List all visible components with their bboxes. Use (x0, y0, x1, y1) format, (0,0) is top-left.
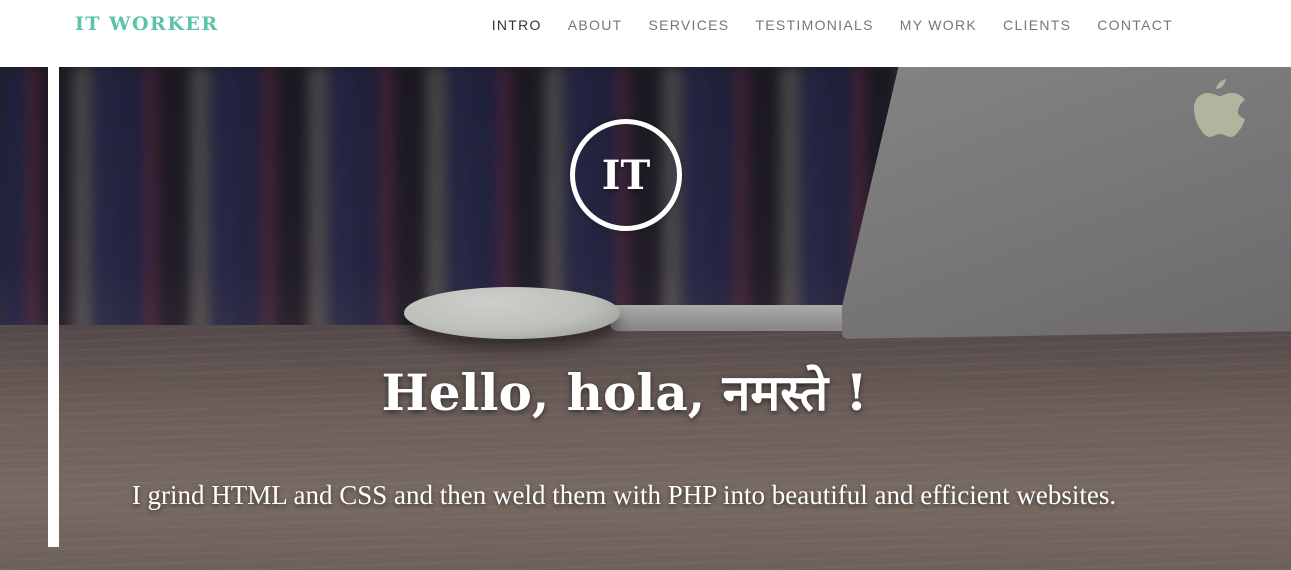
nav-item-about: ABOUT (568, 17, 623, 35)
hero-section: IT Hello, hola, नमस्ते ! I grind HTML an… (0, 67, 1291, 570)
nav-link-contact[interactable]: CONTACT (1097, 17, 1173, 33)
nav-item-services: SERVICES (648, 17, 729, 35)
nav-item-testimonials: TESTIMONIALS (755, 17, 873, 35)
nav-item-intro: INTRO (492, 17, 542, 35)
nav-item-my-work: MY WORK (900, 17, 977, 35)
top-navbar: IT WORKER INTRO ABOUT SERVICES TESTIMONI… (0, 0, 1291, 67)
hero-logo-badge: IT (570, 119, 682, 231)
hero-headline: Hello, hola, नमस्ते ! (381, 363, 868, 422)
nav-link-services[interactable]: SERVICES (648, 17, 729, 33)
nav-link-my-work[interactable]: MY WORK (900, 17, 977, 33)
hero-logo-text: IT (601, 151, 651, 199)
hero-left-strip (48, 67, 59, 547)
brand-logo-link[interactable]: IT WORKER (75, 13, 219, 35)
main-nav: INTRO ABOUT SERVICES TESTIMONIALS MY WOR… (492, 17, 1173, 35)
nav-link-intro[interactable]: INTRO (492, 17, 542, 33)
hero-subline: I grind HTML and CSS and then weld them … (131, 480, 1117, 510)
nav-link-testimonials[interactable]: TESTIMONIALS (755, 17, 873, 33)
nav-item-contact: CONTACT (1097, 17, 1173, 35)
nav-link-clients[interactable]: CLIENTS (1003, 17, 1071, 33)
nav-item-clients: CLIENTS (1003, 17, 1071, 35)
nav-link-about[interactable]: ABOUT (568, 17, 623, 33)
